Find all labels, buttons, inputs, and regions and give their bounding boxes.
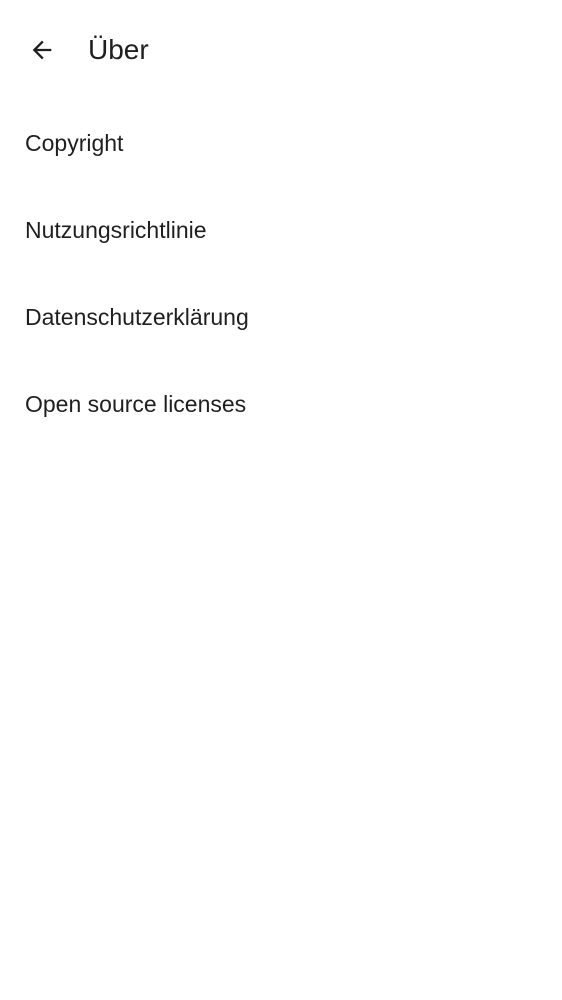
menu-item-copyright[interactable]: Copyright xyxy=(0,100,562,187)
page-title: Über xyxy=(88,34,149,65)
menu-item-privacy-policy[interactable]: Datenschutzerklärung xyxy=(0,274,562,361)
menu-item-terms-of-use[interactable]: Nutzungsrichtlinie xyxy=(0,187,562,274)
menu-item-open-source-licenses[interactable]: Open source licenses xyxy=(0,361,562,448)
about-menu-list: Copyright Nutzungsrichtlinie Datenschutz… xyxy=(0,100,562,448)
top-app-bar: Über xyxy=(0,0,562,100)
arrow-left-icon xyxy=(28,36,56,64)
back-button[interactable] xyxy=(18,26,66,74)
